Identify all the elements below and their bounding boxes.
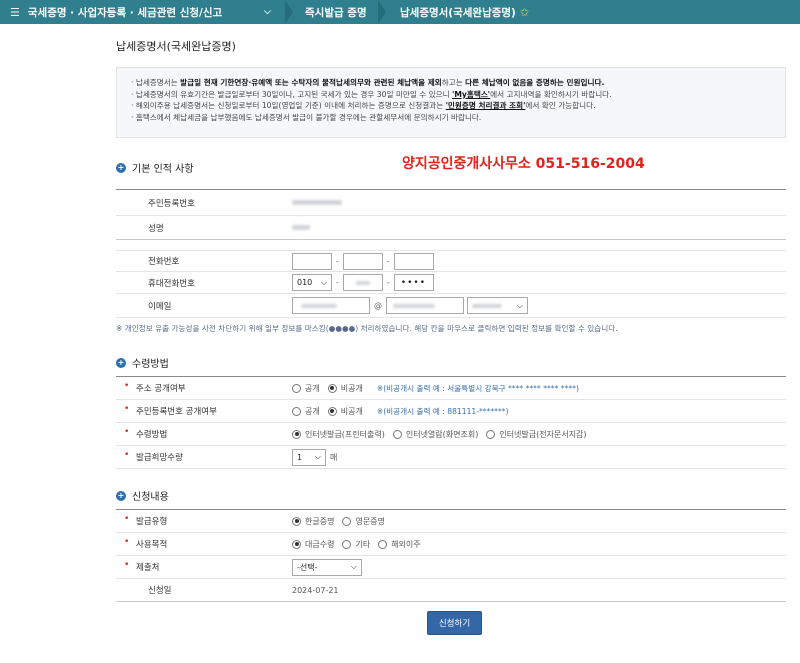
masking-notice: ※ 개인정보 유출 가능성을 사전 차단하기 위해 일부 정보를 마스킹(●●●… [116,324,618,333]
email-label: 이메일 [148,301,172,312]
chevron-down-icon: ⌵ [314,452,321,461]
chevron-down-icon: ⌵ [350,562,357,571]
mobile-last-input[interactable]: •••• [393,274,434,291]
breadcrumb-separator [285,0,293,24]
method-wallet-radio[interactable]: 인터넷발급(전자문서지갑) [486,429,587,440]
section-apply: + 신청내용 [116,488,169,503]
breadcrumb-current-label: 납세증명서(국세완납증명) [400,6,516,19]
my-hometax-link[interactable]: 'My홈택스' [452,90,490,99]
star-icon[interactable]: ✩ [520,6,529,19]
breadcrumb-separator [378,0,386,24]
masked-rrn[interactable] [292,200,342,205]
name-row: 성명 [116,216,786,240]
purpose-row: 사용목적 대금수령 기타 해외이주 [116,533,786,556]
section-basic-title: 기본 인적 사항 [132,164,194,175]
purpose-label: 사용목적 [116,537,292,550]
basic-info-table: 주민등록번호 성명 전화번호 - - 휴대전화번호 010 ⌵ - - •••• 이… [116,189,786,318]
breadcrumb-current: 납세증명서(국세완납증명) ✩ [386,0,537,24]
notice-box: · 납세증명서는 발급일 현재 기한연장·유예액 또는 수탁자의 물적납세의무와… [116,67,786,138]
purpose-other-radio[interactable]: 기타 [342,539,370,550]
application-date: 2024-07-21 [292,585,339,595]
section-basic-info: + 기본 인적 사항 [116,160,194,175]
mobile-middle-input[interactable] [342,274,383,291]
chevron-down-icon: ⌵ [320,277,327,287]
submit-to-select[interactable]: -선택- ⌵ [292,558,362,576]
phone-row: 전화번호 - - [116,250,786,272]
submit-to-label: 제출처 [116,560,292,573]
top-navigation-bar: ☰ 국세증명 · 사업자등록 · 세금관련 신청/신고 ⌵ 즉시발급 증명 납세… [0,0,800,24]
rrn-public-row: 주민등록번호 공개여부 공개 비공개 ※(비공개시 출력 예 : 881111-… [116,400,786,423]
breadcrumb-instant[interactable]: 즉시발급 증명 [293,0,378,24]
count-select[interactable]: 1 ⌵ [292,448,326,466]
phone-part-2-input[interactable] [342,252,383,270]
chevron-down-icon: ⌵ [516,300,523,310]
type-label: 발급유형 [116,514,292,527]
apply-table: 발급유형 한글증명 영문증명 사용목적 대금수령 기타 해외이주 제출처 -선택… [116,509,786,602]
type-english-radio[interactable]: 영문증명 [342,516,385,527]
email-row: 이메일 @ ⌵ [116,294,786,318]
plus-icon: + [116,357,126,368]
rrn-public-label: 주민등록번호 공개여부 [116,404,292,417]
phone-label: 전화번호 [148,257,180,267]
date-row: 신청일 2024-07-21 [116,579,786,602]
mobile-prefix-select[interactable]: 010 ⌵ [292,274,332,291]
overlay-watermark-text: 양지공인중개사사무소 051-516-2004 [402,156,645,172]
type-korean-radio[interactable]: 한글증명 [292,516,334,527]
email-id-input[interactable] [292,297,370,314]
addr-hint: ※(비공개시 출력 예 : 서울특별시 강북구 **** **** **** *… [376,383,579,393]
notice-line-3: · 해외이주용 납세증명서는 신청일로부터 10일(영업일 기준) 이내에 처리… [131,101,596,110]
menu-breadcrumb-label: 국세증명 · 사업자등록 · 세금관련 신청/신고 [27,6,223,19]
addr-public-row: 주소 공개여부 공개 비공개 ※(비공개시 출력 예 : 서울특별시 강북구 *… [116,377,786,400]
plus-icon: + [116,162,126,173]
email-domain-input[interactable] [386,297,464,314]
purpose-payment-radio[interactable]: 대금수령 [292,539,334,550]
notice-line-1: · 납세증명서는 발급일 현재 기한연장·유예액 또는 수탁자의 물적납세의무와… [131,78,605,87]
method-row: 수령방법 인터넷발급(프린터출력) 인터넷열람(화면조회) 인터넷발급(전자문서… [116,423,786,446]
email-domain-select[interactable]: ⌵ [467,297,528,314]
date-label: 신청일 [148,586,172,596]
rrn-label: 주민등록번호 [148,198,195,209]
method-print-radio[interactable]: 인터넷발급(프린터출력) [292,429,385,440]
rrn-public-radio[interactable]: 공개 [292,406,320,417]
purpose-emigration-radio[interactable]: 해외이주 [378,539,421,550]
menu-breadcrumb[interactable]: ☰ 국세증명 · 사업자등록 · 세금관련 신청/신고 ⌵ [0,0,285,24]
phone-part-3-input[interactable] [393,252,434,270]
rrn-row: 주민등록번호 [116,190,786,216]
hamburger-icon: ☰ [10,5,20,19]
mobile-row: 휴대전화번호 010 ⌵ - - •••• [116,272,786,294]
at-sign: @ [374,301,382,310]
apply-button[interactable]: 신청하기 [427,611,482,635]
section-apply-title: 신청내용 [132,492,169,503]
breadcrumb-instant-label: 즉시발급 증명 [305,6,367,19]
method-label: 수령방법 [116,427,292,440]
name-label: 성명 [148,223,164,234]
addr-public-radio[interactable]: 공개 [292,383,320,394]
rrn-private-radio[interactable]: 비공개 [327,406,363,417]
method-view-radio[interactable]: 인터넷열람(화면조회) [392,429,478,440]
rrn-hint: ※(비공개시 출력 예 : 881111-*******) [376,406,509,416]
section-receive: + 수령방법 [116,355,169,370]
receive-table: 주소 공개여부 공개 비공개 ※(비공개시 출력 예 : 서울특별시 강북구 *… [116,376,786,469]
submit-to-row: 제출처 -선택-⌵ [116,556,786,579]
addr-public-label: 주소 공개여부 [116,381,292,394]
plus-icon: + [116,490,126,501]
count-unit: 매 [330,452,338,462]
count-row: 발급희망수량 1⌵ 매 [116,446,786,469]
count-label: 발급희망수량 [116,450,292,463]
notice-line-2: · 납세증명서의 유효기간은 발급일로부터 30일이나, 고지된 국세가 있는 … [131,89,612,99]
masked-name[interactable] [292,225,310,230]
result-inquiry-link[interactable]: '민원증명 처리결과 조회' [446,101,526,110]
notice-line-4: · 홈택스에서 체납세금을 납부했음에도 납세증명서 발급이 불가할 경우에는 … [131,112,482,122]
chevron-down-icon: ⌵ [264,7,271,17]
section-receive-title: 수령방법 [132,359,169,370]
type-row: 발급유형 한글증명 영문증명 [116,510,786,533]
addr-private-radio[interactable]: 비공개 [327,383,363,394]
phone-part-1-input[interactable] [292,252,332,270]
mobile-label: 휴대전화번호 [148,278,195,289]
page-title: 납세증명서(국세완납증명) [116,40,236,53]
